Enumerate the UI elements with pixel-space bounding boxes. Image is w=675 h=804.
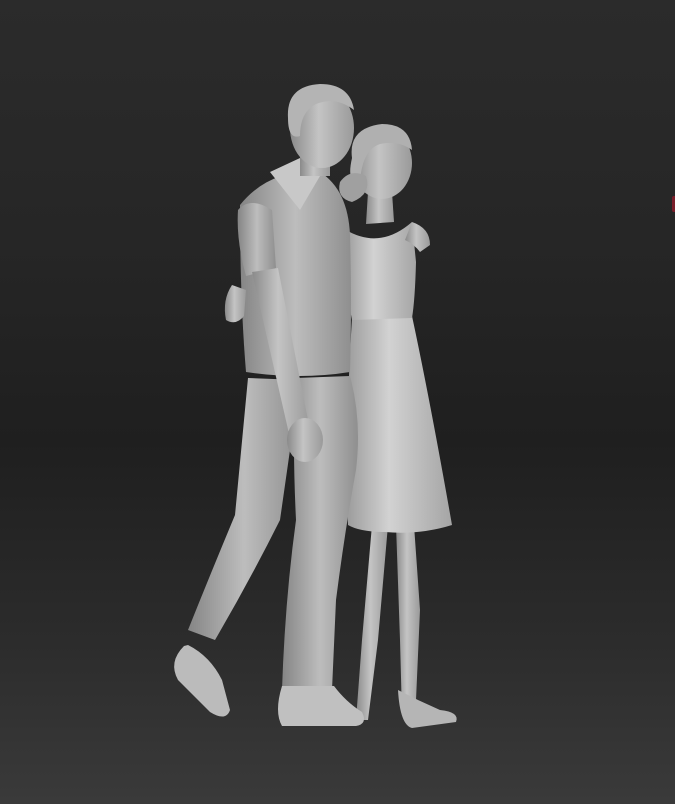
- man-figure: [174, 84, 364, 726]
- sculpt-viewport[interactable]: [0, 0, 675, 804]
- sculpt-model-render: [174, 84, 457, 728]
